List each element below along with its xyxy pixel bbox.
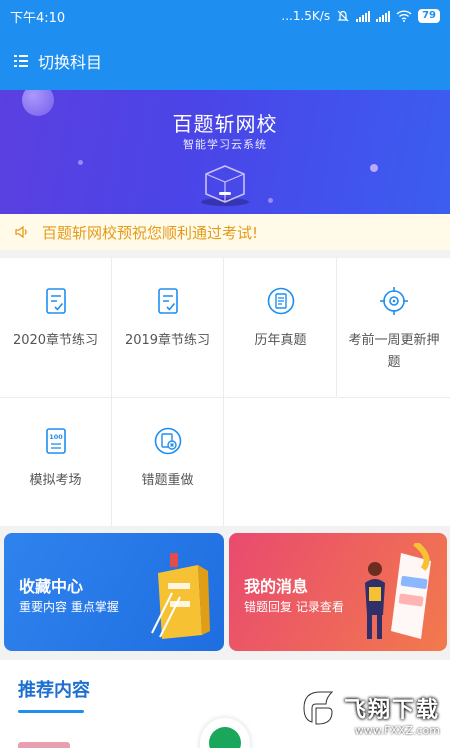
menu-label: 错题重做 xyxy=(141,473,194,488)
favorites-title: 收藏中心 xyxy=(19,577,84,596)
menu-item-2019-chapter[interactable]: 2019章节练习 xyxy=(112,258,224,398)
bookshelf-ladder-icon xyxy=(151,553,210,639)
favorites-card[interactable]: 收藏中心 重要内容 重点掌握 xyxy=(4,533,224,651)
mistake-redo-icon xyxy=(154,427,181,455)
status-icons: ...1.5K/s 79 xyxy=(281,9,440,23)
exercise-doc-icon xyxy=(45,288,66,314)
notice-bar: 百题斩网校预祝您顺利通过考试! xyxy=(0,214,450,250)
notice-text: 百题斩网校预祝您顺利通过考试! xyxy=(42,223,259,242)
menu-item-past-papers[interactable]: 历年真题 xyxy=(225,258,337,398)
watermark-url: www.FXXZ.com xyxy=(354,724,440,737)
recommend-underline xyxy=(18,710,84,713)
speaker-icon xyxy=(15,225,27,239)
play-icon xyxy=(209,727,241,748)
signal-icon xyxy=(356,10,371,22)
fxxz-logo-icon xyxy=(303,691,334,725)
messages-subtitle: 错题回复 记录查看 xyxy=(244,600,344,614)
decor-bubble-tiny-2 xyxy=(268,198,273,203)
status-bar: 下午4:10 ...1.5K/s 79 xyxy=(0,0,450,32)
menu-label: 2019章节练习 xyxy=(124,333,211,348)
function-grid: 2020章节练习 2019章节练习 历年真题 考前一周更新押题 100 模拟考场… xyxy=(0,258,450,526)
menu-item-mistake-redo[interactable]: 错题重做 xyxy=(112,398,224,526)
menu-label: 历年真题 xyxy=(254,333,307,348)
banner[interactable]: 百题斩网校 智能学习云系统 xyxy=(0,90,450,214)
menu-list-icon[interactable] xyxy=(14,55,28,67)
favorites-subtitle: 重要内容 重点掌握 xyxy=(19,600,119,614)
watermark-text: 飞翔下载 xyxy=(343,698,440,723)
switch-subject-title[interactable]: 切换科目 xyxy=(38,49,102,73)
box-illustration-icon xyxy=(201,165,249,206)
mock-exam-icon: 100 xyxy=(45,428,66,454)
messages-card[interactable]: 我的消息 错题回复 记录查看 xyxy=(229,533,447,651)
battery-icon: 79 xyxy=(418,9,440,23)
recommend-item-thumbnail[interactable] xyxy=(18,742,70,748)
decor-bubble-small xyxy=(370,164,378,172)
signal-icon-2 xyxy=(376,10,391,22)
recommend-title: 推荐内容 xyxy=(18,680,90,701)
menu-item-mock-exam[interactable]: 100 模拟考场 xyxy=(0,398,112,526)
svg-text:100: 100 xyxy=(49,433,63,441)
target-icon xyxy=(380,287,408,315)
menu-label: 2020章节练习 xyxy=(12,333,99,348)
net-speed: ...1.5K/s xyxy=(281,9,331,23)
phone-chat-person-icon xyxy=(365,543,431,639)
watermark: 飞翔下载 www.FXXZ.com xyxy=(298,688,440,737)
menu-item-2020-chapter[interactable]: 2020章节练习 xyxy=(0,258,112,398)
app-bar[interactable]: 切换科目 xyxy=(0,32,450,90)
decor-bubble-tiny xyxy=(78,160,83,165)
wifi-icon xyxy=(396,10,412,22)
status-time: 下午4:10 xyxy=(10,10,66,26)
banner-title: 百题斩网校 xyxy=(172,112,278,136)
menu-label: 考前一周更新押题 xyxy=(348,333,440,370)
past-papers-icon xyxy=(267,287,294,315)
exercise-doc-icon xyxy=(157,288,178,314)
mute-icon xyxy=(337,10,349,22)
menu-label: 模拟考场 xyxy=(29,473,82,488)
messages-title: 我的消息 xyxy=(244,577,309,596)
banner-subtitle: 智能学习云系统 xyxy=(183,138,267,151)
menu-item-weekly-predictions[interactable]: 考前一周更新押题 xyxy=(338,258,450,398)
